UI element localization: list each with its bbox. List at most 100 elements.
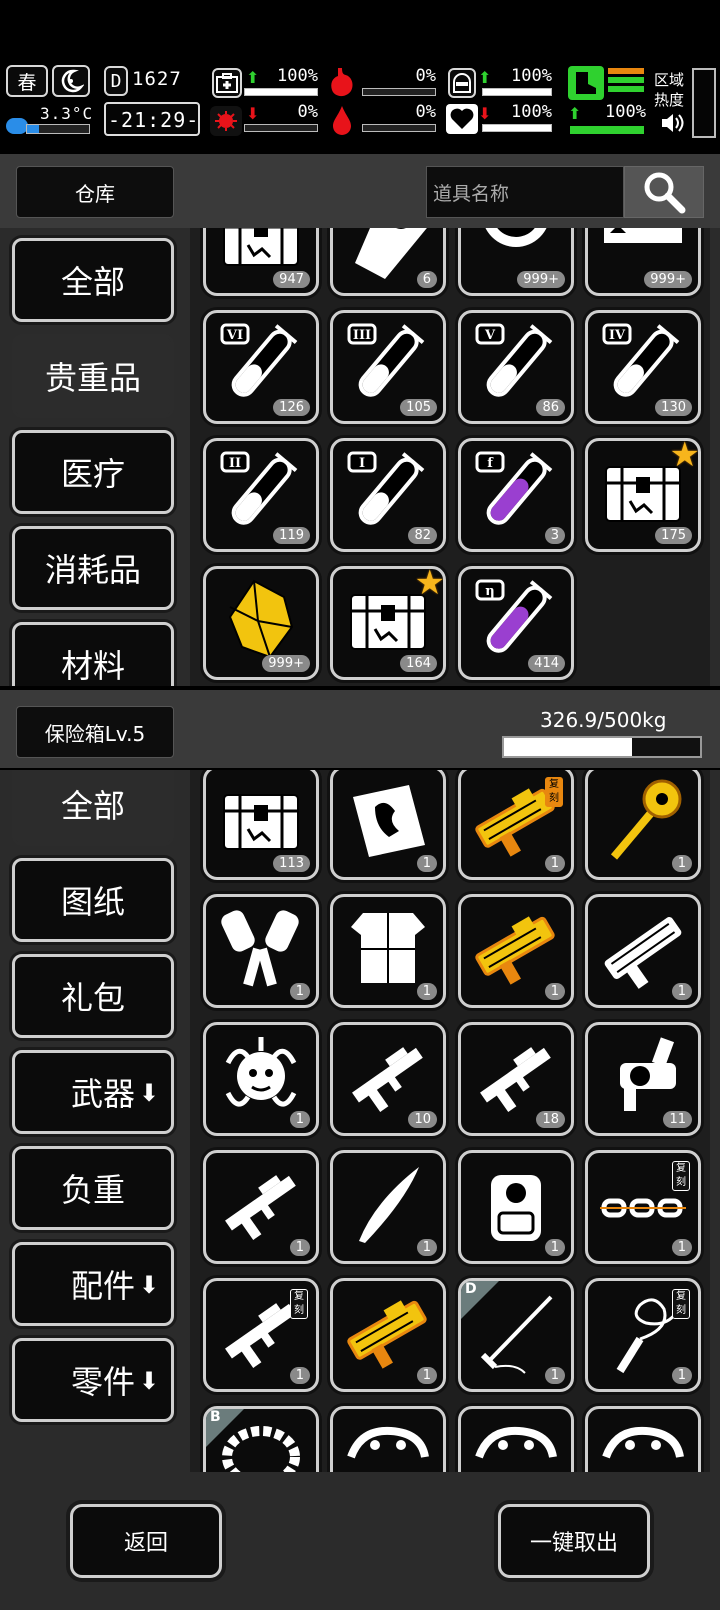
category-tab-1[interactable]: 图纸 — [12, 858, 174, 942]
item-slot[interactable]: 947 — [203, 228, 319, 296]
category-tab-2[interactable]: 医疗 — [12, 430, 174, 514]
item-count: 1 — [671, 1367, 692, 1384]
category-tab-3[interactable]: 消耗品 — [12, 526, 174, 610]
item-count: 6 — [416, 271, 437, 288]
search-input[interactable]: 道具名称 — [426, 166, 624, 218]
item-slot[interactable]: VI 126 — [203, 310, 319, 424]
item-slot[interactable] — [330, 1406, 446, 1472]
item-slot[interactable]: 18 — [458, 1022, 574, 1136]
item-slot[interactable]: I 82 — [330, 438, 446, 552]
status-hud: 春 3.3°C D 1627 -21:29- ⬆ 100% ⬇ 0% 0% 0%… — [0, 62, 720, 146]
category-tab-0[interactable]: 全部 — [12, 238, 174, 322]
take-all-button[interactable]: 一键取出 — [498, 1504, 650, 1578]
health-bar — [244, 88, 318, 96]
star-icon: ★ — [669, 438, 700, 475]
mood-bar — [482, 124, 552, 132]
item-slot[interactable]: III 105 — [330, 310, 446, 424]
category-tab-4[interactable]: 材料 — [12, 622, 174, 686]
item-count: 999+ — [262, 655, 310, 672]
item-slot[interactable]: 复刻 1 — [585, 1150, 701, 1264]
item-count: 11 — [663, 1111, 692, 1128]
item-count: 164 — [400, 655, 437, 672]
warehouse-item-grid: 947 B6 B 999+ 999+ VI 126 III 105 V 86 IV 130 II 119 I 8… — [190, 228, 710, 686]
category-tab-6[interactable]: 零件 ⬇ — [12, 1338, 174, 1422]
item-slot[interactable]: 113 — [203, 770, 319, 880]
item-count: 1 — [544, 1239, 565, 1256]
armor-bar — [482, 88, 552, 96]
search-button[interactable] — [624, 166, 704, 218]
health-percent: 100% — [277, 66, 318, 86]
item-slot[interactable]: B — [203, 1406, 319, 1472]
safe-title-text: 保险箱Lv.5 — [44, 721, 146, 746]
expand-arrow-icon: ⬇ — [138, 1079, 159, 1107]
item-slot[interactable]: 复刻 1 — [458, 770, 574, 880]
item-slot[interactable]: ★ 164 — [330, 566, 446, 680]
item-slot[interactable]: 10 — [330, 1022, 446, 1136]
category-tab-5[interactable]: 配件 ⬇ — [12, 1242, 174, 1326]
svg-text:V: V — [484, 328, 496, 343]
item-slot[interactable]: η 414 — [458, 566, 574, 680]
category-label: 贵重品 — [44, 359, 141, 397]
item-slot[interactable]: ★ 175 — [585, 438, 701, 552]
category-tab-1[interactable]: 贵重品 — [12, 334, 174, 418]
temperature-bar — [26, 124, 90, 134]
item-slot[interactable]: 1 — [203, 1022, 319, 1136]
mood-percent: 100% — [511, 102, 552, 122]
item-slot[interactable]: 1 — [330, 770, 446, 880]
item-slot[interactable]: 11 — [585, 1022, 701, 1136]
helmet-icon — [448, 68, 476, 98]
item-slot[interactable]: 999+ — [585, 228, 701, 296]
item-count: 3 — [544, 527, 565, 544]
item-slot[interactable]: 1 — [458, 1150, 574, 1264]
category-tab-0[interactable]: 全部 — [12, 770, 174, 846]
item-slot[interactable]: 复刻 1 — [203, 1278, 319, 1392]
item-slot[interactable]: V 86 — [458, 310, 574, 424]
season-text: 春 — [17, 71, 37, 94]
svg-text:η: η — [485, 584, 494, 599]
item-slot[interactable]: 1 — [330, 894, 446, 1008]
category-tab-2[interactable]: 礼包 — [12, 954, 174, 1038]
item-slot[interactable]: B6 — [330, 228, 446, 296]
warehouse-panel: 全部贵重品医疗消耗品材料 947B6B999+999+VI126III105V8… — [0, 228, 720, 686]
hunger-percent: 0% — [415, 66, 436, 86]
item-count: 1 — [544, 1367, 565, 1384]
item-slot[interactable]: 1 — [585, 770, 701, 880]
svg-text:B: B — [505, 228, 528, 231]
item-slot[interactable]: 999+ — [203, 566, 319, 680]
item-slot[interactable]: 复刻 1 — [585, 1278, 701, 1392]
expand-arrow-icon: ⬇ — [138, 1271, 159, 1299]
item-slot[interactable]: 1 — [585, 894, 701, 1008]
item-slot[interactable]: f3 — [458, 438, 574, 552]
item-slot[interactable]: II 119 — [203, 438, 319, 552]
armor-percent: 100% — [511, 66, 552, 86]
back-button[interactable]: 返回 — [70, 1504, 222, 1578]
safe-item-grid: 113 1 复刻 1 1 1 1 1 1 1 10 18 11 1 1 1 复刻 1 复刻 1 1 D 1 复刻 1 B — [190, 770, 710, 1472]
stamina-stripes-icon — [608, 68, 644, 98]
category-label: 礼包 — [60, 979, 125, 1017]
item-slot[interactable]: 1 — [203, 894, 319, 1008]
heart-icon — [446, 104, 478, 134]
item-count: 947 — [273, 271, 310, 288]
search-icon — [644, 172, 686, 214]
item-slot[interactable]: IV 130 — [585, 310, 701, 424]
item-slot[interactable]: 1 — [203, 1150, 319, 1264]
infection-bar — [244, 124, 318, 132]
item-count: 119 — [273, 527, 310, 544]
item-slot[interactable]: 1 — [458, 894, 574, 1008]
stamina-bar — [570, 126, 644, 134]
item-slot[interactable]: D1 — [458, 1278, 574, 1392]
category-label: 消耗品 — [44, 551, 141, 589]
item-slot[interactable]: 1 — [330, 1150, 446, 1264]
speaker-icon[interactable] — [660, 112, 684, 136]
item-slot[interactable]: 1 — [330, 1278, 446, 1392]
item-slot[interactable] — [458, 1406, 574, 1472]
category-tab-4[interactable]: 负重 — [12, 1146, 174, 1230]
category-tab-3[interactable]: 武器 ⬇ — [12, 1050, 174, 1134]
item-count: 82 — [408, 527, 437, 544]
item-count: 1 — [416, 983, 437, 1000]
item-slot[interactable]: B 999+ — [458, 228, 574, 296]
item-slot[interactable] — [585, 1406, 701, 1472]
warehouse-category-list: 全部贵重品医疗消耗品材料 — [0, 228, 190, 686]
health-bar-fill — [245, 89, 317, 95]
season-badge: 春 — [6, 65, 48, 97]
